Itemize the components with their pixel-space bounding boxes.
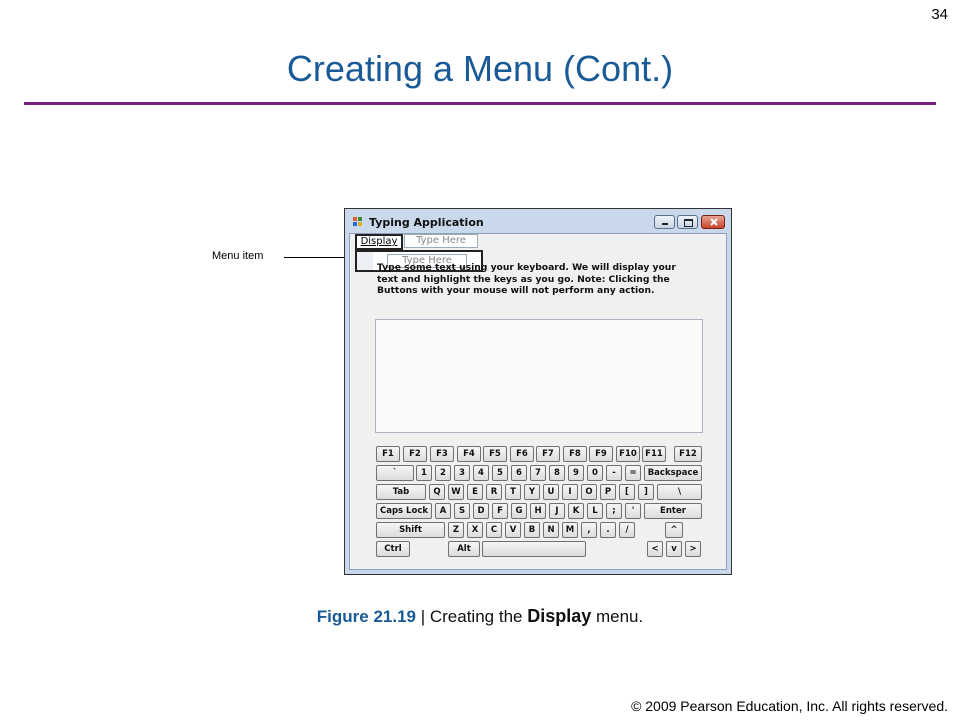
window-title: Typing Application [369, 216, 484, 229]
key-row1-f11[interactable]: F11 [642, 446, 666, 462]
key-row4-k[interactable]: K [568, 503, 584, 519]
key-row2-7[interactable]: 7 [530, 465, 546, 481]
key-row5--[interactable]: / [619, 522, 635, 538]
key-row4-f[interactable]: F [492, 503, 508, 519]
key-row1-f12[interactable]: F12 [674, 446, 702, 462]
key-row5--[interactable]: , [581, 522, 597, 538]
minimize-icon [662, 223, 668, 225]
key-row3-e[interactable]: E [467, 484, 483, 500]
key-row3-tab[interactable]: Tab [376, 484, 426, 500]
key-row1-f8[interactable]: F8 [563, 446, 587, 462]
maximize-icon [684, 219, 693, 227]
key-row5-c[interactable]: C [486, 522, 502, 538]
app-icon [353, 217, 363, 227]
key-row5-n[interactable]: N [543, 522, 559, 538]
key-row4-h[interactable]: H [530, 503, 546, 519]
figure-caption: Figure 21.19 | Creating the Display menu… [0, 606, 960, 627]
dropdown-image-strip [357, 252, 373, 270]
menu-type-here-top[interactable]: Type Here [404, 234, 478, 248]
key-row4-a[interactable]: A [435, 503, 451, 519]
key-row3--[interactable]: [ [619, 484, 635, 500]
figure-number: Figure 21.19 [316, 607, 416, 626]
menu-item-display[interactable]: Display [355, 234, 403, 250]
output-textbox[interactable] [375, 319, 703, 433]
key-row6-ctrl[interactable]: Ctrl [376, 541, 410, 557]
key-row2-8[interactable]: 8 [549, 465, 565, 481]
key-row3-i[interactable]: I [562, 484, 578, 500]
key-row4-l[interactable]: L [587, 503, 603, 519]
key-row2-3[interactable]: 3 [454, 465, 470, 481]
slide-title: Creating a Menu (Cont.) [286, 48, 674, 89]
caption-suffix: menu. [591, 607, 644, 626]
key-row4-caps-lock[interactable]: Caps Lock [376, 503, 432, 519]
callout-label: Menu item [212, 250, 264, 262]
key-row2-4[interactable]: 4 [473, 465, 489, 481]
key-row5-v[interactable]: V [505, 522, 521, 538]
key-row5-shift[interactable]: Shift [376, 522, 445, 538]
key-row1-f5[interactable]: F5 [483, 446, 507, 462]
minimize-button[interactable] [654, 215, 675, 229]
key-row4-j[interactable]: J [549, 503, 565, 519]
key-row3-y[interactable]: Y [524, 484, 540, 500]
key-row6-alt[interactable]: Alt [448, 541, 480, 557]
key-row1-f2[interactable]: F2 [403, 446, 427, 462]
key-row2-2[interactable]: 2 [435, 465, 451, 481]
caption-bold: Display [527, 606, 592, 626]
copyright: © 2009 Pearson Education, Inc. All right… [631, 698, 948, 714]
key-row3-t[interactable]: T [505, 484, 521, 500]
key-row4--[interactable]: ; [606, 503, 622, 519]
key-row2-9[interactable]: 9 [568, 465, 584, 481]
key-row1-f10[interactable]: F10 [616, 446, 640, 462]
keyboard: F1 F2 F3 F4 F5 F6 F7 F8 F9 F10 F11 F12 ` 1 2 3 4 5 6 7 8 9 0- =… [376, 446, 706, 560]
key-row5--[interactable]: . [600, 522, 616, 538]
key-row5-z[interactable]: Z [448, 522, 464, 538]
app-window: Typing Application Display Type Here Typ… [344, 208, 732, 575]
key-row3-r[interactable]: R [486, 484, 502, 500]
key-row1-f3[interactable]: F3 [430, 446, 454, 462]
instructions-label: Type some text using your keyboard. We w… [377, 262, 676, 296]
key-row1-f4[interactable]: F4 [457, 446, 481, 462]
key-row5--[interactable]: ^ [665, 522, 683, 538]
key-row1-f1[interactable]: F1 [376, 446, 400, 462]
key-row4-enter[interactable]: Enter [644, 503, 702, 519]
key-row2--[interactable]: ` [376, 465, 414, 481]
key-row2--[interactable]: - [606, 465, 622, 481]
key-row6--[interactable]: < [647, 541, 663, 557]
title-rule [24, 102, 936, 105]
key-row2-6[interactable]: 6 [511, 465, 527, 481]
key-row3-w[interactable]: W [448, 484, 464, 500]
page-number: 34 [931, 6, 948, 23]
close-button[interactable] [701, 215, 725, 229]
key-row3-q[interactable]: Q [429, 484, 445, 500]
key-row2-5[interactable]: 5 [492, 465, 508, 481]
key-row4-s[interactable]: S [454, 503, 470, 519]
key-row3-u[interactable]: U [543, 484, 559, 500]
key-row1-f7[interactable]: F7 [536, 446, 560, 462]
titlebar[interactable]: Typing Application [345, 209, 731, 233]
key-row3--[interactable]: ] [638, 484, 654, 500]
maximize-button[interactable] [677, 215, 698, 229]
key-row5-m[interactable]: M [562, 522, 578, 538]
key-row4-d[interactable]: D [473, 503, 489, 519]
caption-separator: | Creating the [416, 607, 528, 626]
key-row5-x[interactable]: X [467, 522, 483, 538]
key-row6--[interactable]: > [685, 541, 701, 557]
key-row4-g[interactable]: G [511, 503, 527, 519]
close-icon [710, 218, 718, 226]
key-row3-p[interactable]: P [600, 484, 616, 500]
key-row1-f9[interactable]: F9 [589, 446, 613, 462]
key-row4--[interactable]: ' [625, 503, 641, 519]
key-row2-backspace[interactable]: Backspace [644, 465, 702, 481]
key-row3--[interactable]: \ [657, 484, 702, 500]
key-row2--[interactable]: = [625, 465, 641, 481]
key-row6-v[interactable]: v [666, 541, 682, 557]
key-row6-space[interactable] [482, 541, 586, 557]
key-row2-0[interactable]: 0 [587, 465, 603, 481]
key-row5-b[interactable]: B [524, 522, 540, 538]
key-row2-1[interactable]: 1 [416, 465, 432, 481]
key-row1-f6[interactable]: F6 [510, 446, 534, 462]
key-row3-o[interactable]: O [581, 484, 597, 500]
